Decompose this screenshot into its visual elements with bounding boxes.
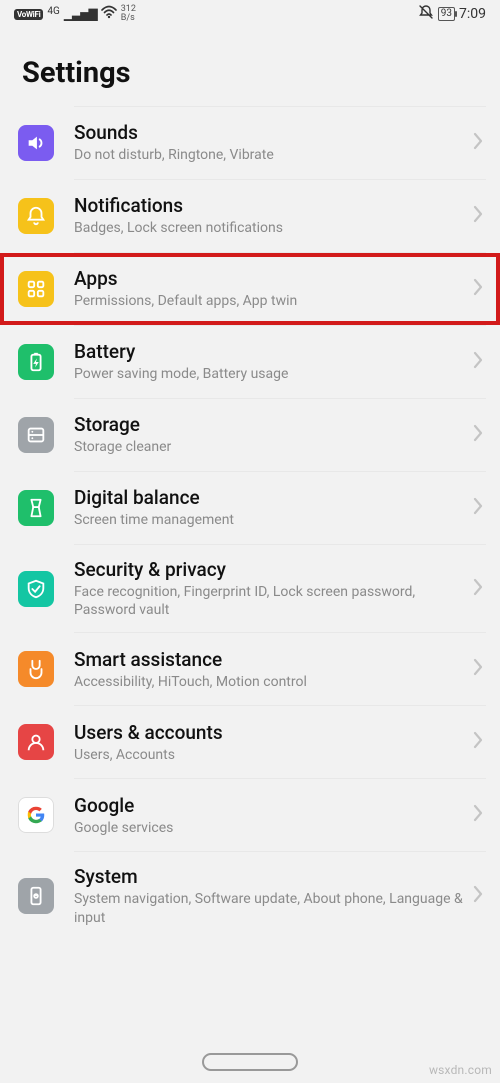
item-title: Google [74, 794, 464, 817]
item-subtitle: Users, Accounts [74, 746, 464, 764]
network-speed: 312 B/s [121, 5, 136, 23]
settings-item-storage[interactable]: Storage Storage cleaner [0, 399, 500, 471]
settings-item-smart[interactable]: Smart assistance Accessibility, HiTouch, … [0, 633, 500, 705]
battery-icon [18, 344, 54, 380]
settings-item-sounds[interactable]: Sounds Do not disturb, Ringtone, Vibrate [0, 107, 500, 179]
smart-icon [18, 651, 54, 687]
item-title: System [74, 865, 464, 888]
settings-item-google[interactable]: Google Google services [0, 779, 500, 851]
digital-icon [18, 490, 54, 526]
chevron-right-icon [472, 577, 486, 601]
item-subtitle: System navigation, Software update, Abou… [74, 890, 464, 926]
status-clock: 7:09 [459, 6, 486, 22]
nav-bar [0, 1041, 500, 1083]
notifications-icon [18, 198, 54, 234]
system-icon [18, 878, 54, 914]
settings-item-users[interactable]: Users & accounts Users, Accounts [0, 706, 500, 778]
chevron-right-icon [472, 730, 486, 754]
item-subtitle: Do not disturb, Ringtone, Vibrate [74, 146, 464, 164]
item-title: Users & accounts [74, 721, 464, 744]
item-subtitle: Badges, Lock screen notifications [74, 219, 464, 237]
chevron-right-icon [472, 803, 486, 827]
settings-item-notifications[interactable]: Notifications Badges, Lock screen notific… [0, 180, 500, 252]
chevron-right-icon [472, 423, 486, 447]
item-subtitle: Face recognition, Fingerprint ID, Lock s… [74, 583, 464, 619]
item-title: Digital balance [74, 486, 464, 509]
google-icon [18, 797, 54, 833]
item-title: Smart assistance [74, 648, 464, 671]
chevron-right-icon [472, 350, 486, 374]
item-subtitle: Screen time management [74, 511, 464, 529]
item-subtitle: Power saving mode, Battery usage [74, 365, 464, 383]
status-left: VoWiFi 4G ▁▃▅▇ 312 B/s [14, 5, 136, 23]
item-subtitle: Permissions, Default apps, App twin [74, 292, 464, 310]
status-right: 93 7:09 [418, 4, 486, 24]
settings-item-digital[interactable]: Digital balance Screen time management [0, 472, 500, 544]
security-icon [18, 571, 54, 607]
item-title: Storage [74, 413, 464, 436]
settings-list: Sounds Do not disturb, Ringtone, Vibrate N… [0, 107, 500, 940]
page-title: Settings [22, 56, 500, 90]
watermark: wsxdn.com [429, 1063, 492, 1077]
wifi-icon [101, 5, 117, 23]
settings-item-battery[interactable]: Battery Power saving mode, Battery usage [0, 326, 500, 398]
item-title: Security & privacy [74, 558, 464, 581]
item-subtitle: Google services [74, 819, 464, 837]
chevron-right-icon [472, 204, 486, 228]
apps-icon [18, 271, 54, 307]
settings-item-security[interactable]: Security & privacyFace recognition, Fing… [0, 545, 500, 632]
vowifi-badge: VoWiFi [14, 9, 43, 20]
item-title: Sounds [74, 121, 464, 144]
chevron-right-icon [472, 131, 486, 155]
battery-indicator: 93 [438, 7, 455, 21]
chevron-right-icon [472, 657, 486, 681]
status-bar: VoWiFi 4G ▁▃▅▇ 312 B/s 93 7:09 [0, 0, 500, 28]
signal-icon: ▁▃▅▇ [64, 7, 97, 21]
sounds-icon [18, 125, 54, 161]
speed-unit: B/s [121, 14, 136, 23]
item-title: Apps [74, 267, 464, 290]
gesture-pill[interactable] [202, 1053, 298, 1071]
users-icon [18, 724, 54, 760]
item-title: Notifications [74, 194, 464, 217]
item-subtitle: Storage cleaner [74, 438, 464, 456]
chevron-right-icon [472, 884, 486, 908]
storage-icon [18, 417, 54, 453]
chevron-right-icon [472, 277, 486, 301]
item-title: Battery [74, 340, 464, 363]
settings-item-system[interactable]: SystemSystem navigation, Software update… [0, 852, 500, 939]
dnd-icon [418, 4, 434, 24]
network-label: 4G [47, 6, 59, 17]
chevron-right-icon [472, 496, 486, 520]
settings-item-apps[interactable]: Apps Permissions, Default apps, App twin [0, 253, 500, 325]
header: Settings [0, 28, 500, 106]
item-subtitle: Accessibility, HiTouch, Motion control [74, 673, 464, 691]
